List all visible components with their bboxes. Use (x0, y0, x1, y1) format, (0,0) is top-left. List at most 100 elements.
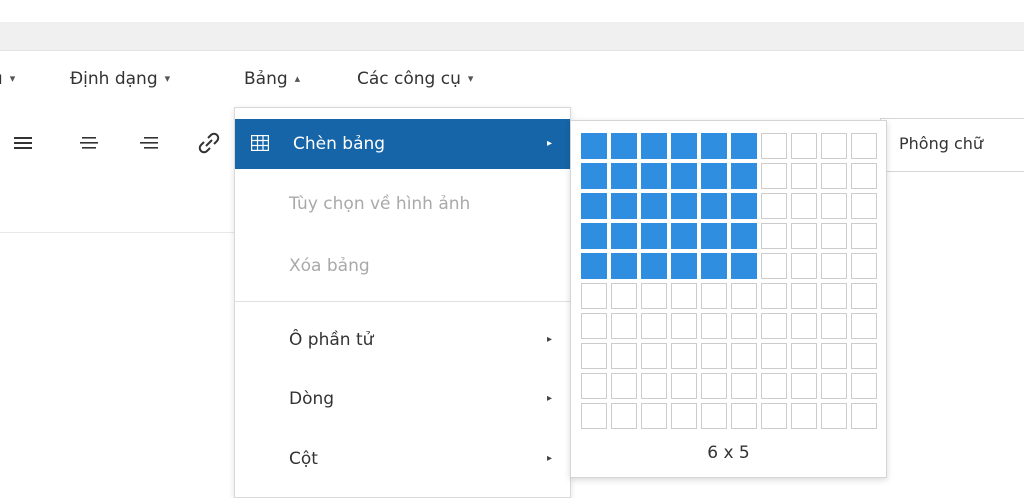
table-size-cell[interactable] (581, 313, 607, 339)
table-size-cell[interactable] (761, 193, 787, 219)
table-size-cell[interactable] (581, 343, 607, 369)
table-size-cell[interactable] (851, 193, 877, 219)
table-size-cell[interactable] (821, 313, 847, 339)
table-size-cell[interactable] (791, 163, 817, 189)
table-size-cell[interactable] (641, 193, 667, 219)
table-size-cell[interactable] (611, 193, 637, 219)
table-size-cell[interactable] (611, 283, 637, 309)
table-size-cell[interactable] (581, 223, 607, 249)
table-size-cell[interactable] (731, 403, 757, 429)
table-size-cell[interactable] (701, 373, 727, 399)
table-size-cell[interactable] (821, 343, 847, 369)
table-size-cell[interactable] (761, 133, 787, 159)
menu-item-format[interactable]: Định dạng ▾ (70, 69, 170, 89)
table-size-cell[interactable] (851, 283, 877, 309)
table-size-cell[interactable] (671, 133, 697, 159)
table-size-cell[interactable] (851, 403, 877, 429)
table-size-cell[interactable] (821, 403, 847, 429)
menu-item-table[interactable]: Bảng ▴ (244, 69, 300, 89)
table-size-cell[interactable] (611, 133, 637, 159)
table-size-cell[interactable] (611, 343, 637, 369)
table-size-cell[interactable] (611, 163, 637, 189)
table-size-cell[interactable] (761, 253, 787, 279)
table-size-cell[interactable] (731, 133, 757, 159)
align-center-icon[interactable] (80, 135, 100, 153)
table-size-cell[interactable] (701, 343, 727, 369)
table-size-cell[interactable] (791, 403, 817, 429)
table-size-cell[interactable] (851, 373, 877, 399)
table-size-cell[interactable] (671, 163, 697, 189)
table-size-cell[interactable] (611, 223, 637, 249)
table-size-cell[interactable] (731, 163, 757, 189)
table-size-cell[interactable] (851, 253, 877, 279)
table-size-cell[interactable] (701, 133, 727, 159)
table-size-cell[interactable] (701, 253, 727, 279)
table-size-cell[interactable] (671, 313, 697, 339)
table-size-cell[interactable] (611, 403, 637, 429)
table-size-cell[interactable] (581, 283, 607, 309)
table-size-cell[interactable] (581, 163, 607, 189)
table-size-cell[interactable] (641, 163, 667, 189)
table-size-cell[interactable] (761, 223, 787, 249)
table-size-cell[interactable] (821, 163, 847, 189)
table-size-cell[interactable] (671, 343, 697, 369)
table-size-cell[interactable] (821, 253, 847, 279)
table-size-cell[interactable] (821, 193, 847, 219)
table-size-cell[interactable] (851, 313, 877, 339)
table-size-cell[interactable] (821, 283, 847, 309)
table-size-cell[interactable] (701, 163, 727, 189)
table-size-cell[interactable] (641, 373, 667, 399)
table-size-cell[interactable] (791, 343, 817, 369)
table-size-cell[interactable] (611, 373, 637, 399)
table-size-cell[interactable] (791, 223, 817, 249)
table-size-cell[interactable] (851, 133, 877, 159)
table-size-cell[interactable] (641, 223, 667, 249)
table-size-cell[interactable] (791, 133, 817, 159)
table-size-cell[interactable] (731, 253, 757, 279)
table-size-cell[interactable] (731, 223, 757, 249)
table-size-cell[interactable] (791, 193, 817, 219)
table-size-cell[interactable] (641, 403, 667, 429)
menu-item-tools[interactable]: Các công cụ ▾ (357, 69, 473, 89)
table-size-cell[interactable] (581, 193, 607, 219)
menu-insert-table[interactable]: Chèn bảng ▸ (235, 119, 570, 169)
table-size-cell[interactable] (611, 253, 637, 279)
table-size-cell[interactable] (671, 193, 697, 219)
align-right-icon[interactable] (140, 135, 160, 153)
table-size-cell[interactable] (671, 223, 697, 249)
table-size-cell[interactable] (671, 373, 697, 399)
table-size-cell[interactable] (581, 403, 607, 429)
table-size-cell[interactable] (851, 223, 877, 249)
table-size-cell[interactable] (671, 283, 697, 309)
table-size-cell[interactable] (791, 313, 817, 339)
table-size-cell[interactable] (701, 313, 727, 339)
table-size-cell[interactable] (641, 133, 667, 159)
align-justify-icon[interactable] (14, 135, 34, 153)
table-size-cell[interactable] (761, 283, 787, 309)
table-size-cell[interactable] (851, 343, 877, 369)
table-size-cell[interactable] (791, 373, 817, 399)
table-size-cell[interactable] (701, 403, 727, 429)
table-size-cell[interactable] (731, 313, 757, 339)
table-size-cell[interactable] (731, 283, 757, 309)
table-size-cell[interactable] (761, 313, 787, 339)
table-size-cell[interactable] (821, 373, 847, 399)
table-size-cell[interactable] (671, 253, 697, 279)
table-size-cell[interactable] (821, 133, 847, 159)
table-size-cell[interactable] (641, 253, 667, 279)
table-size-cell[interactable] (581, 373, 607, 399)
table-size-cell[interactable] (851, 163, 877, 189)
table-size-cell[interactable] (671, 403, 697, 429)
table-size-cell[interactable] (701, 283, 727, 309)
menu-cell[interactable]: Ô phần tử ▸ (235, 315, 570, 365)
table-size-cell[interactable] (641, 343, 667, 369)
table-size-cell[interactable] (761, 163, 787, 189)
table-size-cell[interactable] (761, 343, 787, 369)
table-size-cell[interactable] (701, 223, 727, 249)
table-size-cell[interactable] (791, 253, 817, 279)
table-size-cell[interactable] (761, 403, 787, 429)
table-size-cell[interactable] (791, 283, 817, 309)
table-size-cell[interactable] (581, 253, 607, 279)
table-size-cell[interactable] (611, 313, 637, 339)
table-size-cell[interactable] (821, 223, 847, 249)
